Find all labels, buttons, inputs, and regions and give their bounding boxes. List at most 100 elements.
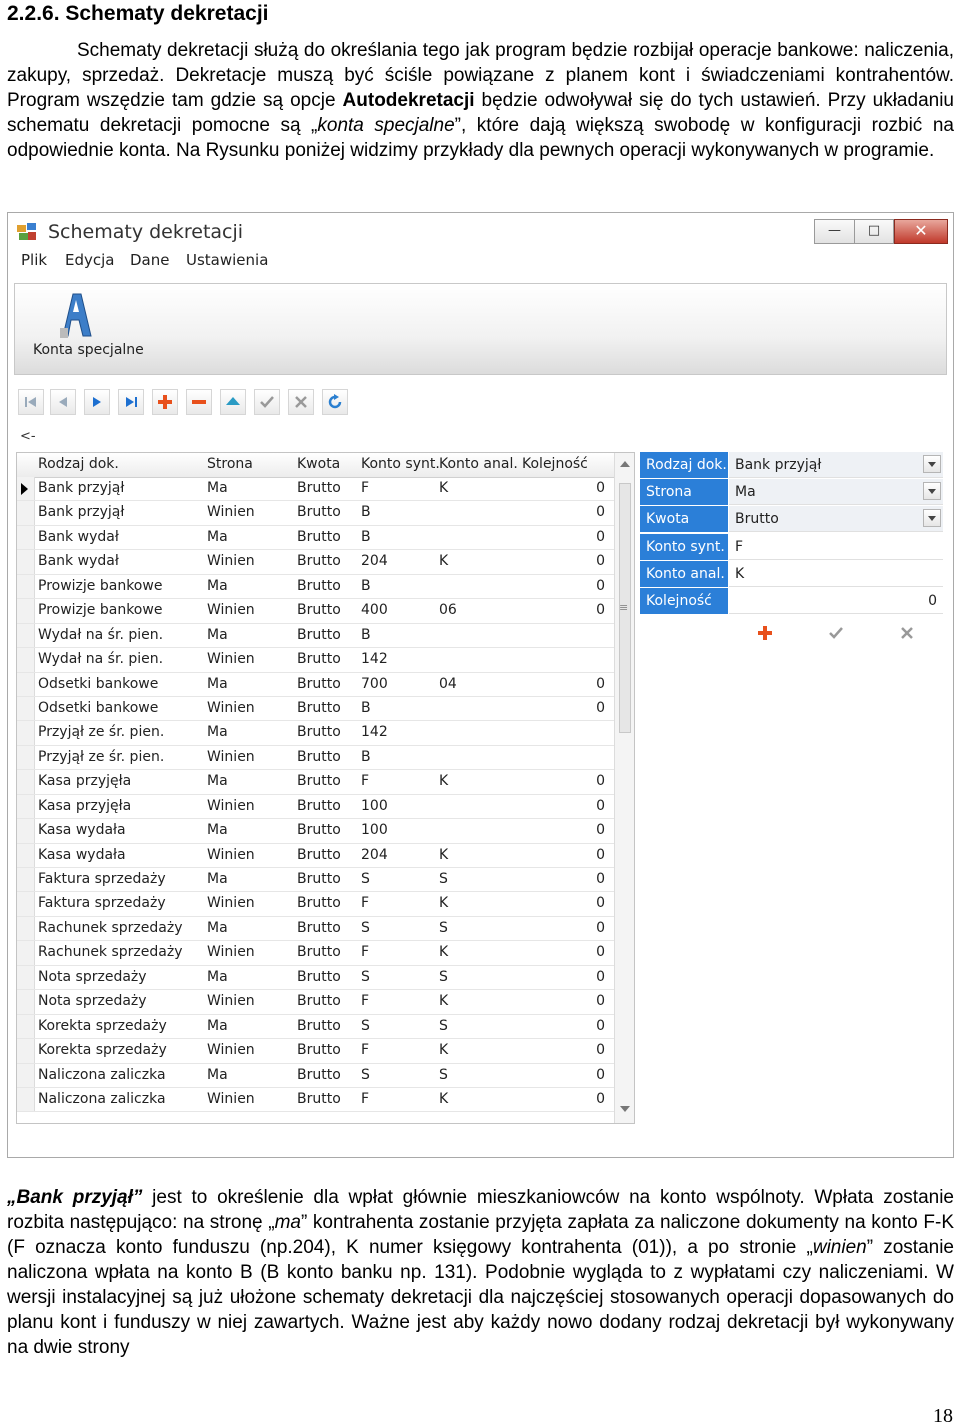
cell-rodzaj-dok[interactable]: Przyjął ze śr. pien. (38, 724, 164, 740)
cell-rodzaj-dok[interactable]: Przyjął ze śr. pien. (38, 749, 164, 765)
cell-kwota[interactable]: Brutto (297, 1018, 341, 1034)
cell-kolejnosc[interactable]: 0 (517, 920, 605, 936)
table-row[interactable]: Kasa przyjęła Winien Brutto 100 0 (17, 794, 614, 820)
cell-kwota[interactable]: Brutto (297, 504, 341, 520)
table-row[interactable]: Odsetki bankowe Ma Brutto 700 04 0 (17, 672, 614, 697)
detail-value-field[interactable]: Ma (729, 479, 943, 506)
row-selector[interactable] (17, 550, 35, 574)
cell-konto-synt[interactable]: 100 (361, 798, 388, 814)
detail-cancel-icon[interactable] (897, 623, 917, 643)
refresh-icon[interactable] (322, 389, 348, 415)
scroll-up-icon[interactable] (620, 461, 630, 467)
cell-konto-anal[interactable]: K (439, 480, 448, 496)
cell-konto-synt[interactable]: F (361, 773, 369, 789)
collapse-toggle[interactable]: <- (20, 429, 36, 444)
chevron-down-icon[interactable] (923, 455, 941, 473)
cell-konto-anal[interactable]: K (439, 944, 448, 960)
cell-konto-anal[interactable]: K (439, 1042, 448, 1058)
cell-strona[interactable]: Winien (207, 700, 255, 716)
cell-kolejnosc[interactable]: 0 (517, 847, 605, 863)
cell-kwota[interactable]: Brutto (297, 480, 341, 496)
cell-strona[interactable]: Ma (207, 920, 228, 936)
cell-konto-anal[interactable]: K (439, 1091, 448, 1107)
chevron-down-icon[interactable] (923, 509, 941, 528)
cell-konto-synt[interactable]: F (361, 1042, 369, 1058)
table-row[interactable]: Faktura sprzedaży Ma Brutto S S 0 (17, 868, 614, 893)
cell-konto-synt[interactable]: S (361, 1067, 370, 1083)
scroll-down-icon[interactable] (620, 1106, 630, 1112)
cell-kolejnosc[interactable]: 0 (517, 602, 605, 618)
cell-rodzaj-dok[interactable]: Bank przyjął (38, 480, 124, 496)
cancel-icon[interactable] (288, 389, 314, 415)
table-row[interactable]: Korekta sprzedaży Ma Brutto S S 0 (17, 1014, 614, 1040)
col-rodzaj-dok[interactable]: Rodzaj dok. (38, 456, 119, 472)
cell-konto-synt[interactable]: 700 (361, 676, 388, 692)
cell-konto-anal[interactable]: K (439, 847, 448, 863)
prev-record-icon[interactable] (50, 389, 76, 415)
first-record-icon[interactable] (18, 389, 44, 415)
add-icon[interactable] (152, 389, 178, 415)
table-row[interactable]: Prowizje bankowe Winien Brutto 400 06 0 (17, 599, 614, 624)
cell-kolejnosc[interactable]: 0 (517, 1091, 605, 1107)
cell-kolejnosc[interactable]: 0 (517, 700, 605, 716)
menu-ustawienia[interactable]: Ustawienia (186, 251, 268, 269)
col-konto-anal[interactable]: Konto anal. (439, 456, 518, 472)
cell-strona[interactable]: Winien (207, 895, 255, 911)
maximize-button[interactable]: □ (854, 219, 894, 244)
cell-rodzaj-dok[interactable]: Korekta sprzedaży (38, 1042, 167, 1058)
cell-rodzaj-dok[interactable]: Faktura sprzedaży (38, 871, 166, 887)
row-selector[interactable] (17, 819, 35, 843)
cell-konto-synt[interactable]: S (361, 969, 370, 985)
cell-konto-anal[interactable]: S (439, 1018, 448, 1034)
table-row[interactable]: Kasa wydała Winien Brutto 204 K 0 (17, 843, 614, 868)
cell-kolejnosc[interactable]: 0 (517, 1042, 605, 1058)
table-row[interactable]: Przyjął ze śr. pien. Winien Brutto B (17, 745, 614, 771)
row-selector[interactable] (17, 868, 35, 892)
menu-plik[interactable]: Plik (21, 251, 47, 269)
cell-strona[interactable]: Winien (207, 944, 255, 960)
cell-kolejnosc[interactable]: 0 (517, 871, 605, 887)
cell-kwota[interactable]: Brutto (297, 871, 341, 887)
cell-konto-synt[interactable]: B (361, 578, 371, 594)
chevron-down-icon[interactable] (923, 482, 941, 501)
cell-strona[interactable]: Winien (207, 798, 255, 814)
cell-kolejnosc[interactable]: 0 (517, 529, 605, 545)
cell-kwota[interactable]: Brutto (297, 553, 341, 569)
cell-konto-anal[interactable]: K (439, 895, 448, 911)
cell-strona[interactable]: Ma (207, 1018, 228, 1034)
cell-konto-anal[interactable]: 06 (439, 602, 457, 618)
cell-konto-synt[interactable]: F (361, 480, 369, 496)
table-row[interactable]: Bank przyjął Ma Brutto F K 0 (17, 477, 614, 502)
cell-konto-synt[interactable]: 204 (361, 847, 388, 863)
cell-rodzaj-dok[interactable]: Odsetki bankowe (38, 700, 158, 716)
cell-rodzaj-dok[interactable]: Nota sprzedaży (38, 969, 147, 985)
table-row[interactable]: Przyjął ze śr. pien. Ma Brutto 142 (17, 721, 614, 746)
cell-konto-anal[interactable]: 04 (439, 676, 457, 692)
row-selector[interactable] (17, 648, 35, 672)
cell-strona[interactable]: Winien (207, 553, 255, 569)
cell-strona[interactable]: Ma (207, 627, 228, 643)
table-row[interactable]: Korekta sprzedaży Winien Brutto F K 0 (17, 1039, 614, 1064)
cell-strona[interactable]: Ma (207, 529, 228, 545)
cell-rodzaj-dok[interactable]: Wydał na śr. pien. (38, 627, 163, 643)
cell-rodzaj-dok[interactable]: Korekta sprzedaży (38, 1018, 167, 1034)
cell-strona[interactable]: Ma (207, 578, 228, 594)
cell-konto-synt[interactable]: 142 (361, 651, 388, 667)
cell-strona[interactable]: Winien (207, 847, 255, 863)
cell-kwota[interactable]: Brutto (297, 700, 341, 716)
cell-kwota[interactable]: Brutto (297, 578, 341, 594)
row-selector[interactable] (17, 1087, 35, 1112)
konta-specjalne-button[interactable]: Konta specjalne (25, 290, 145, 370)
cell-kolejnosc[interactable]: 0 (517, 993, 605, 1009)
cell-strona[interactable]: Winien (207, 651, 255, 667)
cell-strona[interactable]: Winien (207, 602, 255, 618)
cell-rodzaj-dok[interactable]: Bank wydał (38, 553, 119, 569)
cell-kwota[interactable]: Brutto (297, 920, 341, 936)
col-strona[interactable]: Strona (207, 456, 253, 472)
table-row[interactable]: Nota sprzedaży Winien Brutto F K 0 (17, 990, 614, 1015)
cell-rodzaj-dok[interactable]: Rachunek sprzedaży (38, 944, 182, 960)
cell-rodzaj-dok[interactable]: Kasa wydała (38, 847, 126, 863)
grid-scrollbar[interactable]: ≡ (614, 453, 634, 1123)
cell-strona[interactable]: Ma (207, 822, 228, 838)
cell-kwota[interactable]: Brutto (297, 724, 341, 740)
